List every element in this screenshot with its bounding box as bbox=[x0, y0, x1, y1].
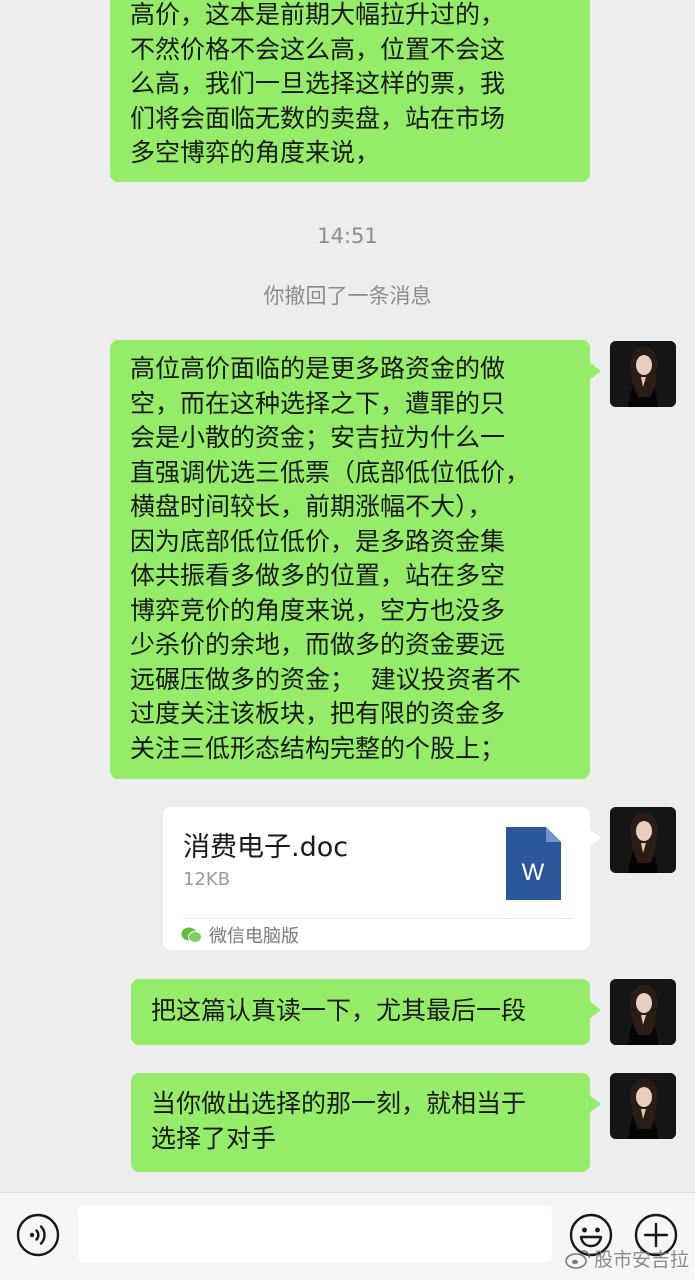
file-divider bbox=[183, 918, 572, 919]
message-bubble[interactable]: 高位高价面临的是更多路资金的做 空，而在这种选择之下，遭罪的只 会是小散的资金；… bbox=[110, 340, 601, 779]
message-input[interactable] bbox=[78, 1206, 552, 1262]
message-bubble[interactable]: 当你做出选择的那一刻，就相当于 选择了对手 bbox=[131, 1073, 601, 1172]
message-bubble[interactable]: 高价，这本是前期大幅拉升过的， 不然价格不会这么高，位置不会这 么高，我们一旦选… bbox=[110, 0, 590, 182]
file-source: 微信电脑版 bbox=[181, 923, 299, 947]
chat-area: 高价，这本是前期大幅拉升过的， 不然价格不会这么高，位置不会这 么高，我们一旦选… bbox=[0, 0, 695, 1192]
file-size: 12KB bbox=[183, 869, 231, 890]
watermark: 股市安吉拉 bbox=[565, 1245, 689, 1272]
recall-notice: 你撤回了一条消息 bbox=[263, 284, 432, 308]
avatar[interactable] bbox=[610, 341, 676, 407]
avatar[interactable] bbox=[610, 1073, 676, 1139]
weibo-icon bbox=[565, 1249, 590, 1269]
word-document-icon: W bbox=[506, 827, 561, 900]
voice-icon[interactable] bbox=[16, 1213, 60, 1257]
file-source-label: 微信电脑版 bbox=[209, 926, 299, 947]
wechat-icon bbox=[181, 927, 202, 943]
file-message[interactable]: 消费电子.doc 12KB W 微信电脑版 bbox=[163, 807, 601, 950]
file-name: 消费电子.doc bbox=[183, 832, 349, 863]
avatar[interactable] bbox=[610, 807, 676, 873]
watermark-label: 股市安吉拉 bbox=[593, 1249, 689, 1271]
svg-text:W: W bbox=[522, 859, 545, 886]
timestamp: 14:51 bbox=[317, 224, 378, 248]
avatar[interactable] bbox=[610, 979, 676, 1045]
message-bubble[interactable]: 把这篇认真读一下，尤其最后一段 bbox=[131, 979, 601, 1045]
